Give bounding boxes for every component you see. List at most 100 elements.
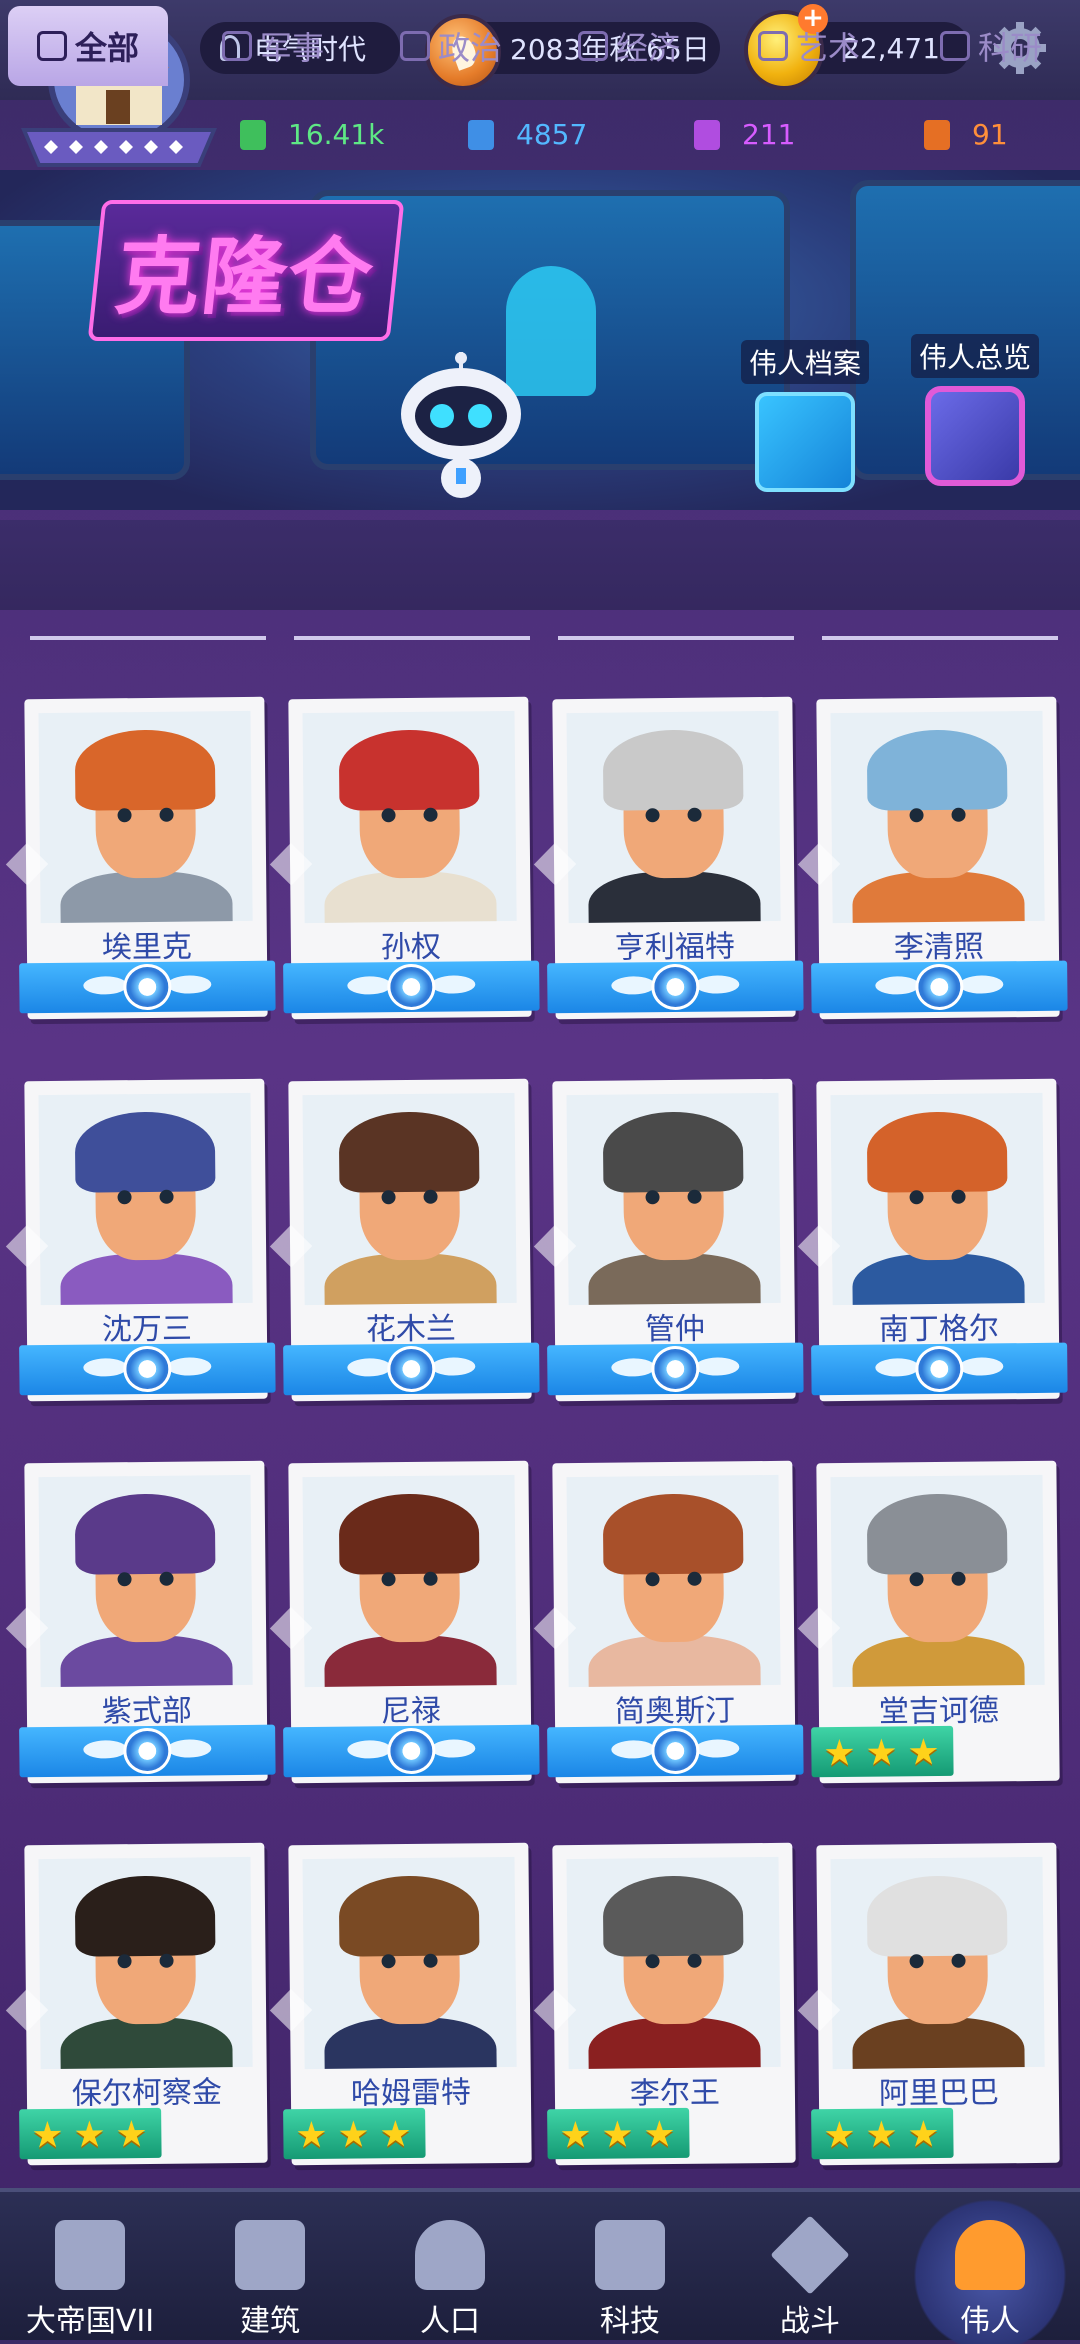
portrait-hair: [866, 1493, 1008, 1575]
hero-star-rating: ★ ★ ★: [547, 2107, 690, 2160]
hero-portrait: [38, 1092, 253, 1306]
hero-name: 阿里巴巴: [878, 2075, 1000, 2112]
hero-portrait: [830, 710, 1045, 924]
hero-card[interactable]: 哈姆雷特 ★ ★ ★: [269, 1842, 532, 2166]
hero-card[interactable]: 堂吉诃德 ★ ★ ★: [797, 1460, 1060, 1784]
nav-battle[interactable]: 战斗: [720, 2192, 900, 2344]
hero-portrait: [566, 1856, 781, 2070]
portrait-hair: [74, 1493, 216, 1575]
portrait-body: [60, 1253, 233, 1306]
hero-card[interactable]: 埃里克: [5, 696, 276, 1020]
hero-card[interactable]: 简奥斯汀: [533, 1460, 804, 1784]
hero-archive-button[interactable]: 伟人档案: [740, 340, 870, 492]
resource-orange-value: 91: [972, 118, 1008, 151]
portrait-eye: [909, 1190, 924, 1205]
portrait-eye: [951, 1189, 966, 1204]
nav-great-people-label: 伟人: [960, 2304, 1020, 2339]
tab-politics-label: 政治: [438, 29, 503, 67]
wing-icon: [959, 1357, 1004, 1376]
star-icon: ★: [337, 2114, 370, 2156]
portrait-eye: [687, 1953, 702, 1968]
nav-great-people[interactable]: 伟人: [900, 2192, 1080, 2344]
hero-card[interactable]: 保尔柯察金 ★ ★ ★: [5, 1842, 268, 2166]
nav-buildings[interactable]: 建筑: [180, 2192, 360, 2344]
star-icon: ★: [601, 2114, 634, 2156]
portrait-hair: [602, 729, 744, 811]
portrait-eye: [117, 1190, 132, 1205]
tab-all[interactable]: 全部: [8, 6, 168, 86]
resource-blue-value: 4857: [516, 118, 588, 151]
wing-icon: [347, 1358, 392, 1377]
tab-research[interactable]: 科研: [940, 18, 1042, 74]
portrait-body: [324, 871, 497, 924]
nav-tech[interactable]: 科技: [540, 2192, 720, 2344]
wing-icon: [695, 1357, 740, 1376]
tab-military[interactable]: 军事: [222, 18, 324, 74]
hero-card[interactable]: 南丁格尔: [797, 1078, 1068, 1402]
tab-all-label: 全部: [74, 29, 139, 67]
wing-icon: [431, 1357, 476, 1376]
archive-box-icon: [755, 392, 855, 492]
wing-icon: [431, 1739, 476, 1758]
hero-rank-banner: [811, 1342, 1068, 1396]
hero-card[interactable]: 亨利福特: [533, 696, 804, 1020]
hero-overview-button[interactable]: 伟人总览: [910, 334, 1040, 486]
tab-art[interactable]: 艺术: [758, 18, 860, 74]
hero-card[interactable]: 李尔王 ★ ★ ★: [533, 1842, 796, 2166]
star-badge-icon: [651, 1727, 700, 1775]
star-icon: ★: [295, 2114, 328, 2157]
nav-buildings-label: 建筑: [240, 2304, 300, 2339]
hero-portrait: [830, 1474, 1045, 1688]
hero-card[interactable]: 孙权: [269, 696, 540, 1020]
grid-icon: [36, 31, 67, 61]
portrait-body: [588, 1635, 761, 1688]
portrait-hair: [338, 1111, 480, 1193]
wing-icon: [167, 1739, 212, 1758]
robot-assistant-icon[interactable]: [396, 352, 526, 502]
hero-star-rating: ★ ★ ★: [283, 2107, 426, 2160]
coins-icon: [578, 31, 608, 61]
portrait-eye: [687, 1571, 702, 1586]
nav-population[interactable]: 人口: [360, 2192, 540, 2344]
hero-archive-label: 伟人档案: [740, 340, 869, 384]
portrait-body: [60, 1635, 233, 1688]
hero-card[interactable]: 沈万三: [5, 1078, 276, 1402]
wing-icon: [875, 976, 920, 995]
portrait-eye: [159, 807, 174, 822]
portrait-body: [60, 2017, 233, 2070]
star-badge-icon: [651, 963, 700, 1011]
nav-empire-label: 大帝国VII: [25, 2304, 155, 2339]
hero-card[interactable]: 尼禄: [269, 1460, 540, 1784]
portrait-eye: [687, 1189, 702, 1204]
hero-rank-banner: [283, 1724, 540, 1778]
hero-star-rating: ★ ★ ★: [19, 2107, 162, 2160]
tab-politics[interactable]: 政治: [400, 18, 502, 74]
wing-icon: [611, 976, 656, 995]
portrait-body: [588, 871, 761, 924]
hero-card[interactable]: 阿里巴巴 ★ ★ ★: [797, 1842, 1060, 2166]
star-badge-icon: [651, 1345, 700, 1393]
hero-overview-label: 伟人总览: [910, 334, 1039, 378]
portrait-eye: [423, 1953, 438, 1968]
hero-card[interactable]: 紫式部: [5, 1460, 276, 1784]
portrait-body: [852, 1253, 1025, 1306]
star-badge-icon: [123, 1345, 172, 1393]
tab-economy[interactable]: 经济: [578, 18, 680, 74]
star-badge-icon: [915, 1345, 964, 1393]
flask-icon: [940, 31, 970, 61]
hero-portrait: [566, 1092, 781, 1306]
hero-rank-banner: [283, 1342, 540, 1396]
resource-purple-icon: [694, 119, 720, 150]
resource-green: 16.41k: [240, 118, 384, 151]
hero-card[interactable]: 李清照: [797, 696, 1068, 1020]
hero-portrait: [38, 1474, 253, 1688]
portrait-eye: [951, 1953, 966, 1968]
hero-rank-banner: [547, 1342, 804, 1396]
portrait-body: [324, 1253, 497, 1306]
hero-card[interactable]: 管仲: [533, 1078, 804, 1402]
hero-portrait: [566, 710, 781, 924]
hero-card[interactable]: 花木兰: [269, 1078, 540, 1402]
star-icon: ★: [643, 2113, 676, 2156]
nav-empire[interactable]: 大帝国VII: [0, 2192, 180, 2344]
hero-portrait: [38, 710, 253, 924]
